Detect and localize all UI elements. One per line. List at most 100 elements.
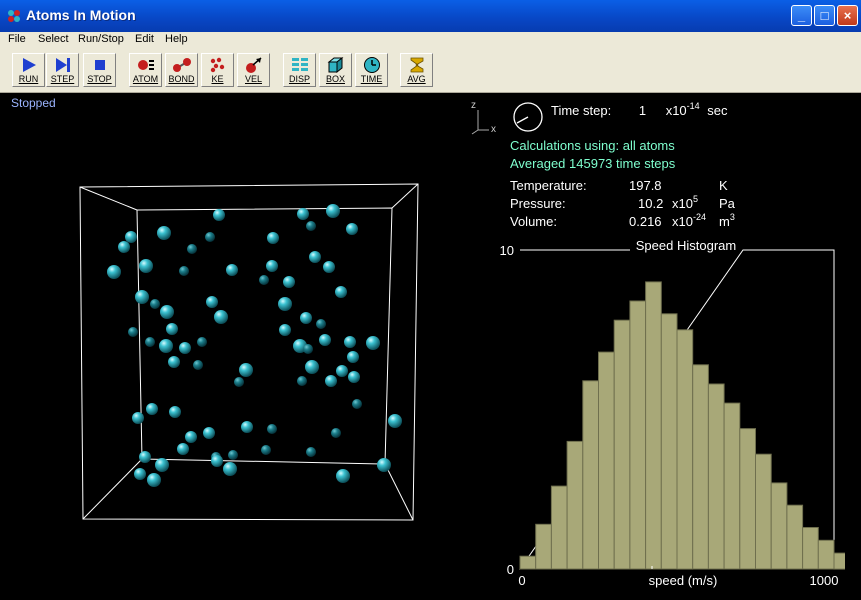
app-atom-icon <box>8 10 20 22</box>
bond-button[interactable]: BOND <box>165 53 198 87</box>
atom <box>239 363 253 377</box>
atom <box>107 265 121 279</box>
histogram-bar <box>755 453 772 570</box>
timestep-unit: sec <box>707 103 728 118</box>
pressure-mult: x105 <box>672 194 698 212</box>
axis-triad: z x <box>471 100 496 135</box>
pressure-label: Pressure: <box>510 196 566 211</box>
stop-button[interactable]: STOP <box>83 53 116 87</box>
histogram-title: Speed Histogram <box>636 238 736 253</box>
histogram-bar <box>707 383 725 570</box>
bond-icon <box>173 58 191 72</box>
atom <box>306 447 316 457</box>
close-button[interactable]: × <box>837 5 858 26</box>
atom <box>177 443 189 455</box>
menu-file[interactable]: File <box>8 33 26 45</box>
atom <box>179 266 189 276</box>
histogram-bar <box>770 482 788 570</box>
atom <box>259 275 269 285</box>
atom <box>125 231 137 243</box>
timestep-mult: x10 <box>665 103 687 118</box>
histogram-bar <box>739 428 757 570</box>
atom <box>135 290 149 304</box>
box-button[interactable]: BOX <box>319 53 352 87</box>
atom <box>169 406 181 418</box>
atom <box>336 365 348 377</box>
atom <box>234 377 244 387</box>
time-button[interactable]: TIME <box>355 53 388 87</box>
clock-icon <box>364 57 380 73</box>
axis-z-label: z <box>471 100 476 111</box>
atom <box>166 323 178 335</box>
atom <box>266 260 278 272</box>
histogram-bar <box>833 552 845 570</box>
atom <box>132 412 144 424</box>
disp-button[interactable]: DISP <box>283 53 316 87</box>
title-bar[interactable]: Atoms In Motion _ □ × <box>0 0 861 32</box>
maximize-button[interactable]: □ <box>814 5 835 26</box>
atom <box>309 251 321 263</box>
atom <box>366 336 380 350</box>
atom <box>335 286 347 298</box>
temperature-label: Temperature: <box>510 178 587 193</box>
atom <box>323 261 335 273</box>
menu-bar: File Select Run/Stop Edit Help <box>0 32 861 47</box>
sigma-icon <box>410 57 424 73</box>
histogram-bar <box>645 281 662 570</box>
histogram-bar <box>676 329 694 570</box>
atom <box>168 356 180 368</box>
atom <box>297 208 309 220</box>
atom <box>319 334 331 346</box>
menu-select[interactable]: Select <box>38 33 69 45</box>
atom <box>203 427 215 439</box>
velocity-icon <box>246 57 262 73</box>
histogram-bar <box>786 504 804 570</box>
atom <box>316 319 326 329</box>
volume-mult: x10-24 <box>672 212 706 230</box>
atom <box>278 297 292 311</box>
atom <box>228 450 238 460</box>
atom <box>306 221 316 231</box>
histogram-bars <box>519 281 845 570</box>
display-icon <box>292 58 308 71</box>
atom <box>283 276 295 288</box>
atom <box>206 296 218 308</box>
volume-value: 0.216 <box>629 214 662 229</box>
atom <box>157 226 171 240</box>
histogram-bar <box>817 539 835 570</box>
atom <box>226 264 238 276</box>
atom <box>261 445 271 455</box>
atom <box>326 204 340 218</box>
step-button[interactable]: STEP <box>46 53 79 87</box>
avg-button[interactable]: AVG <box>400 53 433 87</box>
pressure-unit: Pa <box>719 196 735 211</box>
atom-icon <box>138 60 154 70</box>
histogram-bar <box>519 555 537 570</box>
atom <box>160 305 174 319</box>
atom <box>193 360 203 370</box>
volume-row: Volume: 0.216 x10-24 m3 <box>510 213 735 230</box>
pressure-row: Pressure: 10.2 x105 Pa <box>510 195 735 212</box>
vel-button[interactable]: VEL <box>237 53 270 87</box>
toolbar: RUN STEP STOP ATOM BOND KE VEL DISP BOX … <box>0 47 861 93</box>
atom <box>134 468 146 480</box>
atom <box>118 241 130 253</box>
ke-button[interactable]: KE <box>201 53 234 87</box>
timer-dial-icon <box>513 102 543 132</box>
minimize-button[interactable]: _ <box>791 5 812 26</box>
run-button[interactable]: RUN <box>12 53 45 87</box>
atom <box>145 337 155 347</box>
timestep-label: Time step: <box>551 103 612 118</box>
timestep-value: 1 <box>638 103 647 118</box>
atom <box>223 462 237 476</box>
histogram-bar <box>566 440 584 570</box>
menu-edit[interactable]: Edit <box>135 33 154 45</box>
menu-help[interactable]: Help <box>165 33 188 45</box>
atom <box>297 376 307 386</box>
menu-run-stop[interactable]: Run/Stop <box>78 33 124 45</box>
atom <box>344 336 356 348</box>
y-tick-label-min: 0 <box>507 562 514 577</box>
atom-button[interactable]: ATOM <box>129 53 162 87</box>
temperature-unit: K <box>719 178 728 193</box>
timestep-exp: -14 <box>686 101 700 111</box>
